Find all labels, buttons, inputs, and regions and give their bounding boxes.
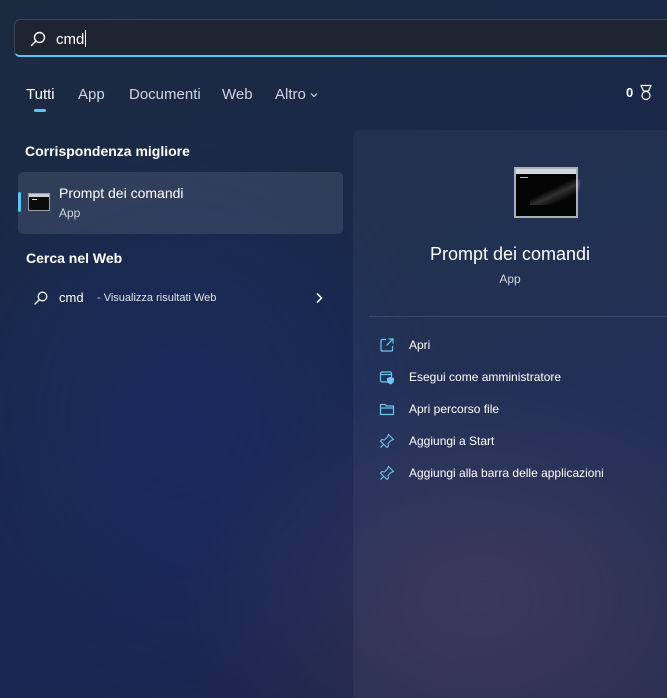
pin-icon bbox=[379, 433, 395, 449]
web-search-suffix: - Visualizza risultati Web bbox=[97, 292, 217, 304]
action-label: Aggiungi a Start bbox=[409, 434, 495, 448]
open-external-icon bbox=[380, 338, 394, 352]
search-input[interactable]: cmd bbox=[56, 30, 87, 48]
medal-icon[interactable] bbox=[638, 84, 654, 102]
chevron-right-icon[interactable] bbox=[314, 291, 324, 305]
selection-indicator bbox=[18, 192, 21, 212]
search-icon bbox=[34, 291, 48, 305]
action-label: Aggiungi alla barra delle applicazioni bbox=[409, 466, 604, 480]
pin-icon bbox=[379, 465, 395, 481]
admin-shield-icon bbox=[379, 371, 394, 385]
result-type: App bbox=[59, 206, 81, 220]
tab-altro[interactable]: Altro bbox=[275, 86, 319, 103]
action-label: Apri bbox=[409, 338, 431, 352]
tab-app[interactable]: App bbox=[78, 86, 105, 103]
best-match-heading: Corrispondenza migliore bbox=[25, 143, 190, 159]
action-run-as-admin[interactable]: Esegui come amministratore bbox=[379, 367, 659, 389]
active-tab-indicator bbox=[34, 109, 46, 112]
rewards-points[interactable]: 0 bbox=[626, 85, 633, 100]
chevron-down-icon bbox=[310, 93, 318, 98]
preview-subtitle: App bbox=[499, 272, 521, 286]
action-pin-to-start[interactable]: Aggiungi a Start bbox=[379, 431, 659, 453]
action-label: Esegui come amministratore bbox=[409, 370, 562, 384]
web-search-heading: Cerca nel Web bbox=[26, 250, 123, 266]
folder-icon bbox=[379, 403, 395, 416]
preview-title: Prompt dei comandi bbox=[429, 244, 591, 264]
preview-pane: Prompt dei comandi App Apri Esegui come … bbox=[353, 130, 667, 698]
web-search-query: cmd bbox=[59, 290, 84, 305]
action-label: Apri percorso file bbox=[409, 402, 500, 416]
search-box[interactable]: cmd bbox=[14, 19, 667, 57]
command-prompt-icon bbox=[514, 167, 580, 218]
tab-documenti[interactable]: Documenti bbox=[129, 86, 201, 103]
action-open[interactable]: Apri bbox=[379, 335, 659, 357]
action-pin-to-taskbar[interactable]: Aggiungi alla barra delle applicazioni bbox=[379, 463, 659, 485]
web-search-result[interactable]: cmd - Visualizza risultati Web bbox=[30, 287, 330, 309]
result-name: Prompt dei comandi bbox=[59, 185, 184, 201]
tab-web[interactable]: Web bbox=[222, 86, 253, 103]
action-open-file-location[interactable]: Apri percorso file bbox=[379, 399, 659, 421]
command-prompt-icon bbox=[28, 193, 50, 211]
search-icon bbox=[30, 31, 46, 47]
best-match-result[interactable]: Prompt dei comandi App bbox=[18, 172, 343, 234]
preview-divider bbox=[369, 316, 667, 317]
tab-tutti[interactable]: Tutti bbox=[26, 86, 55, 103]
text-caret bbox=[85, 30, 87, 47]
